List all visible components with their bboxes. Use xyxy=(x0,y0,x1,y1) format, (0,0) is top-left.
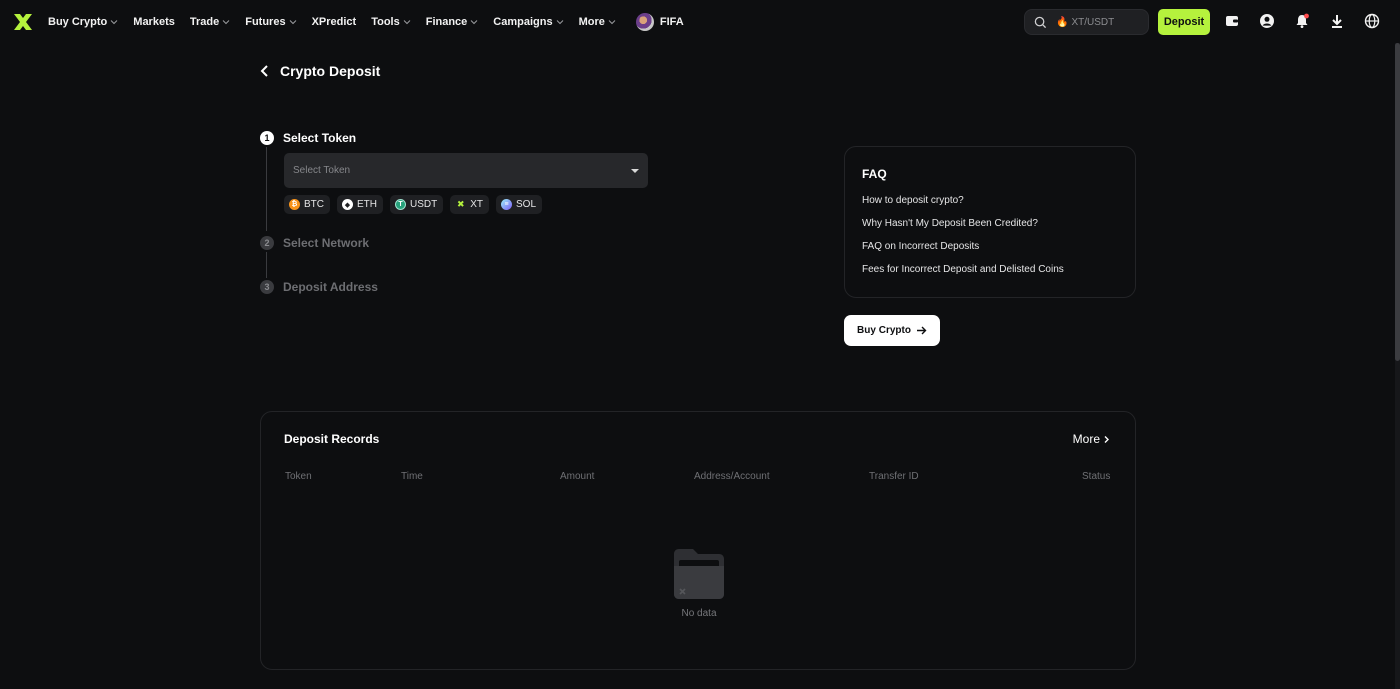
wallet-icon[interactable] xyxy=(1223,12,1241,30)
chevron-down-icon xyxy=(470,19,478,24)
records-more-link[interactable]: More xyxy=(1073,432,1111,446)
main-menu: Buy Crypto Markets Trade Futures XPredic… xyxy=(48,0,699,43)
chevron-right-icon xyxy=(1104,435,1109,443)
quick-token-list: ₿ BTC ◆ ETH T USDT ✖ XT ≡ SOL xyxy=(284,195,549,214)
deposit-button[interactable]: Deposit xyxy=(1158,9,1210,35)
deposit-records-panel: Deposit Records More Token Time Amount A… xyxy=(260,411,1136,670)
column-header-time: Time xyxy=(401,471,423,482)
column-header-amount: Amount xyxy=(560,471,595,482)
chevron-down-icon xyxy=(556,19,563,24)
bell-icon[interactable] xyxy=(1293,12,1311,30)
search-placeholder: XT/USDT xyxy=(1071,16,1115,28)
chevron-down-icon xyxy=(110,19,118,24)
step-connector-line xyxy=(266,147,267,231)
chevron-down-icon xyxy=(222,19,230,24)
xt-logo-icon[interactable] xyxy=(13,12,33,32)
search-box[interactable]: 🔥 XT/USDT xyxy=(1024,9,1149,35)
usdt-icon: T xyxy=(395,199,406,210)
step-label: Select Token xyxy=(283,131,357,145)
column-header-token: Token xyxy=(285,471,312,482)
token-chip-eth[interactable]: ◆ ETH xyxy=(337,195,383,214)
menu-buy-crypto[interactable]: Buy Crypto xyxy=(48,16,118,28)
faq-link[interactable]: Why Hasn't My Deposit Been Credited? xyxy=(862,218,1118,230)
menu-xpredict[interactable]: XPredict xyxy=(312,16,357,28)
empty-state-text: No data xyxy=(681,608,717,619)
chevron-down-icon xyxy=(608,19,616,24)
step-label: Select Network xyxy=(283,236,370,250)
column-header-address: Address/Account xyxy=(694,471,770,482)
page-title: Crypto Deposit xyxy=(280,63,381,79)
back-arrow-icon[interactable] xyxy=(258,64,272,78)
faq-title: FAQ xyxy=(862,167,887,181)
menu-campaigns[interactable]: Campaigns xyxy=(493,16,563,28)
step-select-network: 2 Select Network xyxy=(260,236,369,250)
token-chip-xt[interactable]: ✖ XT xyxy=(450,195,490,214)
step-number: 1 xyxy=(260,131,274,145)
token-select-dropdown[interactable]: Select Token xyxy=(284,153,648,188)
fifa-trophy-icon xyxy=(635,12,654,31)
chevron-down-icon xyxy=(403,19,411,24)
sol-icon: ≡ xyxy=(501,199,513,210)
caret-down-icon xyxy=(631,168,639,173)
page-scrollbar[interactable] xyxy=(1395,43,1400,689)
scrollbar-thumb[interactable] xyxy=(1395,43,1400,361)
column-header-status: Status xyxy=(1082,471,1111,482)
menu-tools[interactable]: Tools xyxy=(371,16,411,28)
step-number: 3 xyxy=(260,280,274,294)
faq-link[interactable]: How to deposit crypto? xyxy=(862,195,1118,207)
column-header-transfer-id: Transfer ID xyxy=(869,471,919,482)
flame-icon: 🔥 xyxy=(1056,16,1069,28)
xt-icon: ✖ xyxy=(456,199,465,209)
download-icon[interactable] xyxy=(1328,12,1346,30)
menu-fifa[interactable]: FIFA xyxy=(635,12,684,31)
records-title: Deposit Records xyxy=(284,432,380,446)
menu-trade[interactable]: Trade xyxy=(190,16,230,28)
menu-markets[interactable]: Markets xyxy=(133,16,175,28)
buy-crypto-button[interactable]: Buy Crypto xyxy=(844,315,940,346)
top-navbar: Buy Crypto Markets Trade Futures XPredic… xyxy=(0,0,1400,43)
step-deposit-address: 3 Deposit Address xyxy=(260,280,378,294)
menu-futures[interactable]: Futures xyxy=(245,16,296,28)
empty-folder-icon xyxy=(674,549,724,599)
chevron-down-icon xyxy=(289,19,296,24)
faq-panel: FAQ How to deposit crypto? Why Hasn't My… xyxy=(844,146,1136,298)
eth-icon: ◆ xyxy=(342,199,353,210)
token-chip-sol[interactable]: ≡ SOL xyxy=(496,195,543,214)
token-chip-usdt[interactable]: T USDT xyxy=(390,195,444,214)
step-connector-line xyxy=(266,252,267,278)
step-select-token: 1 Select Token xyxy=(260,131,356,145)
step-number: 2 xyxy=(260,236,274,250)
menu-finance[interactable]: Finance xyxy=(426,16,479,28)
btc-icon: ₿ xyxy=(289,199,300,210)
menu-more[interactable]: More xyxy=(579,16,616,28)
faq-link[interactable]: FAQ on Incorrect Deposits xyxy=(862,241,1118,253)
globe-icon[interactable] xyxy=(1363,12,1381,30)
user-icon[interactable] xyxy=(1258,12,1276,30)
step-label: Deposit Address xyxy=(283,280,378,294)
arrow-right-icon xyxy=(916,326,927,335)
faq-link[interactable]: Fees for Incorrect Deposit and Delisted … xyxy=(862,264,1118,276)
token-select-placeholder: Select Token xyxy=(293,165,351,176)
token-chip-btc[interactable]: ₿ BTC xyxy=(284,195,330,214)
search-icon xyxy=(1034,16,1047,28)
page-header: Crypto Deposit xyxy=(258,63,380,79)
